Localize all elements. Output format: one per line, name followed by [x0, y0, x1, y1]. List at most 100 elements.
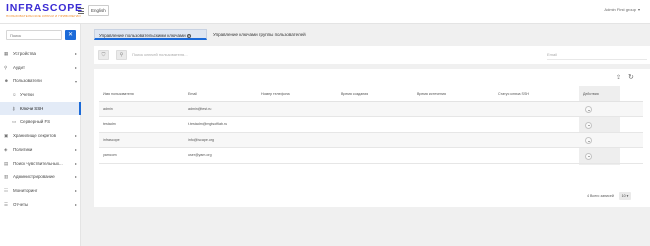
sidebar-item-devices[interactable]: ▦ Устройства	[0, 47, 81, 61]
sidebar-item-audit[interactable]: ⚲ Аудит	[0, 61, 81, 75]
refresh-icon[interactable]: ↻	[628, 74, 635, 81]
sidebar-item-label: Пользователи	[13, 78, 42, 84]
folder-icon: ▭	[12, 119, 17, 125]
logo[interactable]: INFRASCOPE ПОЛЬЗОВАТЕЛЬСКИЕ КЛЮЧИ И ПРИВ…	[6, 2, 83, 19]
sidebar-item-label: Аудит	[13, 64, 25, 70]
row-actions-button[interactable]	[585, 152, 592, 160]
help-icon[interactable]: ?	[186, 33, 191, 38]
sidebar: ✕ ▦ Устройства ⚲ Аудит ☻ Пользователи ☺Учет…	[0, 24, 81, 246]
sidebar-item-reports[interactable]: ☰ Отчеты	[0, 198, 81, 212]
chevron-right-icon	[75, 162, 77, 165]
sidebar-search: ✕	[6, 30, 76, 40]
main-content: Управление пользовательскими ключами? Уп…	[82, 24, 650, 246]
sidebar-item-monitoring[interactable]: ☷ Мониторинг	[0, 184, 81, 198]
admin-icon: ▥	[4, 174, 9, 180]
clear-search-button[interactable]: ✕	[65, 30, 76, 40]
sidebar-search-input[interactable]	[6, 30, 62, 40]
sidebar-item-label: Отчеты	[13, 201, 29, 207]
sidebar-item-label: Устройства	[13, 51, 36, 56]
report-icon: ☰	[4, 201, 9, 207]
row-actions-button[interactable]	[585, 137, 592, 144]
total-records: 4 Всего записей	[587, 194, 614, 198]
chevron-down-icon	[638, 8, 640, 11]
audit-icon: ⚲	[4, 64, 8, 70]
monitor-icon: ☷	[4, 187, 9, 193]
filter-icon[interactable]: ⛉	[98, 50, 109, 60]
row-actions-button[interactable]	[585, 106, 592, 113]
chevron-right-icon	[75, 176, 77, 179]
column-header-expires[interactable]: Время истечения	[417, 86, 446, 102]
column-header-created[interactable]: Время создания	[341, 86, 368, 102]
chevron-right-icon	[75, 135, 77, 138]
pagination: 4 Всего записей 10 ▾	[587, 191, 647, 201]
user-menu[interactable]: Admin First group	[604, 7, 640, 12]
users-icon: ☻	[4, 78, 9, 84]
export-icon[interactable]: ⇪	[616, 75, 622, 81]
tab-label: Управление пользовательскими ключами	[99, 33, 186, 38]
column-header-email[interactable]: Email	[188, 86, 197, 102]
top-bar: INFRASCOPE ПОЛЬЗОВАТЕЛЬСКИЕ КЛЮЧИ И ПРИВ…	[0, 0, 650, 24]
sidebar-item-label: Серверный FS	[20, 119, 51, 125]
menu-toggle-icon[interactable]	[78, 8, 84, 14]
user-name: Admin First group	[604, 7, 636, 12]
language-selector[interactable]: English	[88, 5, 109, 16]
sidebar-item-secrets[interactable]: ▣ Хранилище секретов	[0, 129, 81, 143]
chevron-right-icon	[75, 203, 77, 206]
cell-email: t.testadm@mgtsoftlab.ru	[188, 122, 228, 127]
column-header-phone[interactable]: Номер телефона	[261, 86, 290, 102]
sidebar-nav: ▦ Устройства ⚲ Аудит ☻ Пользователи ☺ Учетки…	[0, 47, 81, 211]
table-row[interactable]: infrascope info@iscape.org	[99, 132, 643, 149]
column-header-ssh-status[interactable]: Статус ключа SSH	[498, 86, 529, 102]
column-header-username[interactable]: Имя пользователя	[103, 86, 134, 102]
sidebar-item-label: Поиск чувствительных...	[13, 160, 63, 166]
sidebar-item-administration[interactable]: ▥ Администрирование	[0, 170, 81, 184]
page-size-select[interactable]: 10 ▾	[619, 192, 631, 200]
table-row[interactable]: yamcom user@yam.org	[99, 148, 643, 164]
cell-username: infrascope	[103, 137, 120, 142]
user-keys-table: ⇪ ↻ Имя пользователя Email Номер телефон…	[94, 69, 650, 207]
server-icon: ▦	[4, 51, 9, 56]
sidebar-item-label: Администрирование	[13, 174, 55, 180]
chevron-right-icon	[75, 53, 77, 55]
sidebar-item-accounts[interactable]: ☺ Учетки	[0, 88, 81, 102]
table-row[interactable]: testadm t.testadm@mgtsoftlab.ru	[99, 117, 643, 133]
sidebar-item-label: Хранилище секретов	[13, 133, 56, 139]
sidebar-item-ssh-keys[interactable]: ⚷ Ключи SSH	[0, 101, 81, 116]
table-header: Имя пользователя Email Номер телефона Вр…	[99, 86, 643, 102]
sidebar-item-label: Ключи SSH	[20, 105, 44, 111]
policy-icon: ◈	[4, 146, 8, 152]
cell-email: admin@test.ru	[188, 107, 212, 111]
tab-group-keys[interactable]: Управление ключами группы пользователей	[209, 29, 329, 40]
sidebar-item-label: Политики	[13, 146, 33, 152]
logo-subtitle: ПОЛЬЗОВАТЕЛЬСКИЕ КЛЮЧИ И ПРИВИЛЕГИИ	[6, 14, 81, 18]
sidebar-item-users[interactable]: ☻ Пользователи	[0, 74, 81, 88]
sidebar-item-server-fs[interactable]: ▭ Серверный FS	[0, 115, 81, 129]
user-keys-search-input[interactable]: Поиск ключей пользователя...	[132, 50, 302, 60]
chevron-right-icon	[75, 66, 77, 69]
search-icon[interactable]: ⚲	[116, 50, 127, 60]
sidebar-item-label: Мониторинг	[13, 187, 38, 193]
chevron-right-icon	[75, 148, 77, 151]
email-filter-input[interactable]: Email	[547, 50, 647, 60]
chevron-right-icon	[75, 189, 77, 192]
column-header-actions: Действия	[583, 92, 599, 96]
filter-bar: ⛉ ⚲ Поиск ключей пользователя... Email	[94, 46, 650, 64]
table-row[interactable]: admin admin@test.ru	[99, 102, 643, 118]
cell-username: yamcom	[103, 153, 117, 158]
chevron-down-icon	[75, 80, 77, 83]
tab-label: Управление ключами группы пользователей	[213, 32, 306, 37]
key-icon: ⚷	[12, 105, 16, 111]
logo-title: INFRASCOPE	[6, 2, 83, 14]
cell-username: testadm	[103, 122, 116, 127]
row-actions-button[interactable]	[585, 121, 592, 129]
cell-email: user@yam.org	[188, 153, 212, 158]
tab-user-keys[interactable]: Управление пользовательскими ключами?	[94, 29, 207, 40]
user-icon: ☺	[12, 92, 17, 98]
cell-email: info@iscape.org	[188, 137, 215, 142]
sidebar-item-label: Учетки	[20, 92, 34, 98]
sidebar-item-policies[interactable]: ◈ Политики	[0, 143, 81, 157]
vault-icon: ▣	[4, 133, 9, 139]
cell-username: admin	[103, 107, 113, 111]
sidebar-item-sensitive-search[interactable]: ▤ Поиск чувствительных...	[0, 157, 81, 171]
search-doc-icon: ▤	[4, 160, 9, 166]
